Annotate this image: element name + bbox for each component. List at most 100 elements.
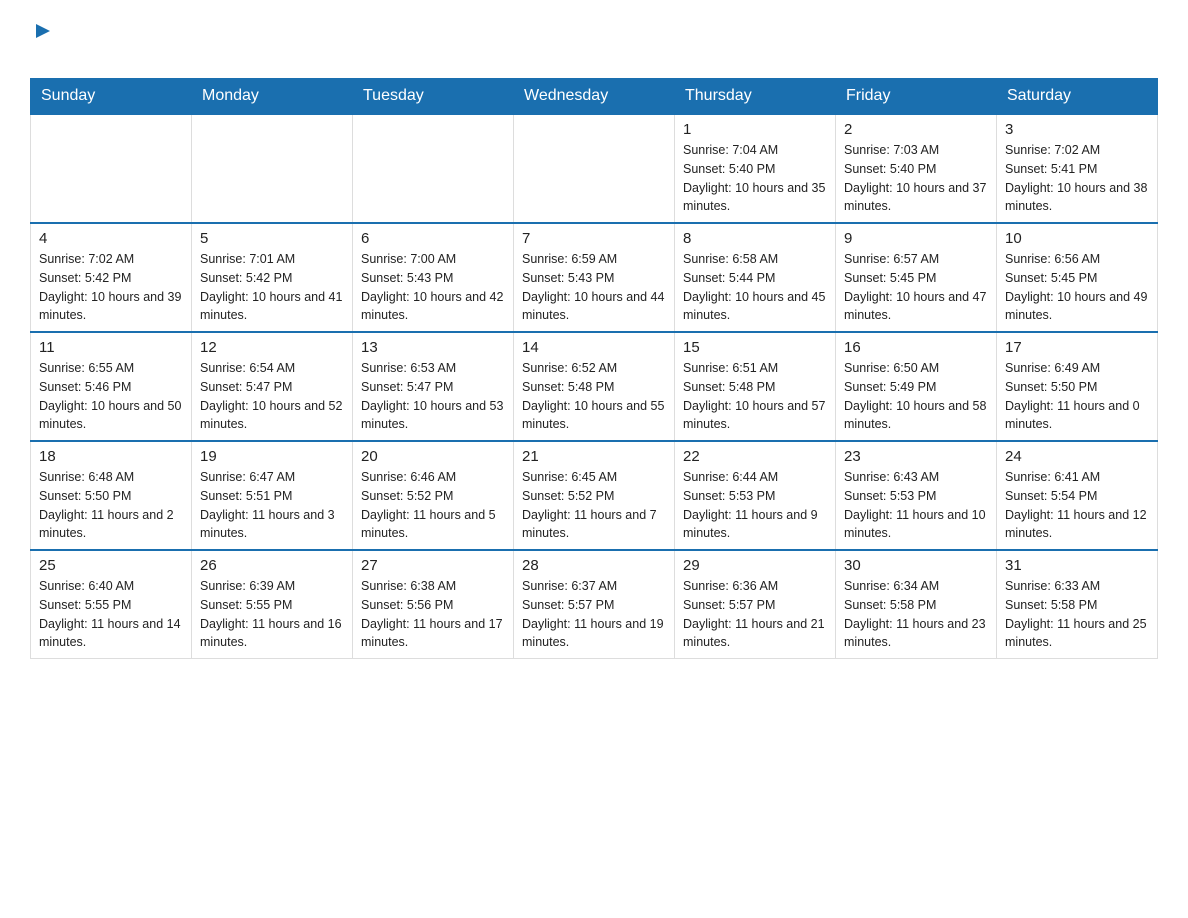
calendar-cell <box>353 114 514 223</box>
calendar-cell: 12 Sunrise: 6:54 AM Sunset: 5:47 PM Dayli… <box>192 332 353 441</box>
calendar-cell: 13 Sunrise: 6:53 AM Sunset: 5:47 PM Dayli… <box>353 332 514 441</box>
calendar-cell <box>31 114 192 223</box>
day-info: Sunrise: 6:51 AM Sunset: 5:48 PM Dayligh… <box>683 359 827 434</box>
day-number: 8 <box>683 230 827 247</box>
day-info: Sunrise: 7:00 AM Sunset: 5:43 PM Dayligh… <box>361 250 505 325</box>
day-info: Sunrise: 6:47 AM Sunset: 5:51 PM Dayligh… <box>200 468 344 543</box>
day-info: Sunrise: 6:54 AM Sunset: 5:47 PM Dayligh… <box>200 359 344 434</box>
day-number: 7 <box>522 230 666 247</box>
calendar-cell: 9Sunrise: 6:57 AM Sunset: 5:45 PM Daylig… <box>836 223 997 332</box>
calendar-cell: 21Sunrise: 6:45 AM Sunset: 5:52 PM Dayli… <box>514 441 675 550</box>
calendar-cell: 31 Sunrise: 6:33 AM Sunset: 5:58 PM Dayli… <box>997 550 1158 659</box>
day-info: Sunrise: 6:52 AM Sunset: 5:48 PM Dayligh… <box>522 359 666 434</box>
calendar-cell: 4Sunrise: 7:02 AM Sunset: 5:42 PM Daylig… <box>31 223 192 332</box>
logo <box>30 20 54 68</box>
day-info: Sunrise: 7:04 AM Sunset: 5:40 PM Dayligh… <box>683 141 827 216</box>
day-number: 23 <box>844 448 988 465</box>
calendar-cell: 10 Sunrise: 6:56 AM Sunset: 5:45 PM Dayli… <box>997 223 1158 332</box>
calendar-cell: 30 Sunrise: 6:34 AM Sunset: 5:58 PM Dayli… <box>836 550 997 659</box>
calendar-cell: 15 Sunrise: 6:51 AM Sunset: 5:48 PM Dayli… <box>675 332 836 441</box>
calendar-week-row: 25 Sunrise: 6:40 AM Sunset: 5:55 PM Dayli… <box>31 550 1158 659</box>
weekday-header-wednesday: Wednesday <box>514 79 675 115</box>
calendar-cell: 24 Sunrise: 6:41 AM Sunset: 5:54 PM Dayli… <box>997 441 1158 550</box>
day-info: Sunrise: 7:01 AM Sunset: 5:42 PM Dayligh… <box>200 250 344 325</box>
calendar-week-row: 1 Sunrise: 7:04 AM Sunset: 5:40 PM Daylig… <box>31 114 1158 223</box>
day-number: 29 <box>683 557 827 574</box>
day-info: Sunrise: 6:39 AM Sunset: 5:55 PM Dayligh… <box>200 577 344 652</box>
calendar-header: SundayMondayTuesdayWednesdayThursdayFrid… <box>31 79 1158 115</box>
weekday-header-tuesday: Tuesday <box>353 79 514 115</box>
weekday-header-monday: Monday <box>192 79 353 115</box>
day-info: Sunrise: 6:34 AM Sunset: 5:58 PM Dayligh… <box>844 577 988 652</box>
day-number: 12 <box>200 339 344 356</box>
day-info: Sunrise: 6:58 AM Sunset: 5:44 PM Dayligh… <box>683 250 827 325</box>
calendar-cell <box>192 114 353 223</box>
day-number: 13 <box>361 339 505 356</box>
calendar-cell: 1 Sunrise: 7:04 AM Sunset: 5:40 PM Daylig… <box>675 114 836 223</box>
day-number: 16 <box>844 339 988 356</box>
calendar-cell: 28 Sunrise: 6:37 AM Sunset: 5:57 PM Dayli… <box>514 550 675 659</box>
day-info: Sunrise: 6:53 AM Sunset: 5:47 PM Dayligh… <box>361 359 505 434</box>
day-info: Sunrise: 6:59 AM Sunset: 5:43 PM Dayligh… <box>522 250 666 325</box>
weekday-header-sunday: Sunday <box>31 79 192 115</box>
weekday-header-saturday: Saturday <box>997 79 1158 115</box>
day-number: 28 <box>522 557 666 574</box>
day-info: Sunrise: 6:38 AM Sunset: 5:56 PM Dayligh… <box>361 577 505 652</box>
day-info: Sunrise: 6:43 AM Sunset: 5:53 PM Dayligh… <box>844 468 988 543</box>
calendar-cell: 22 Sunrise: 6:44 AM Sunset: 5:53 PM Dayli… <box>675 441 836 550</box>
day-info: Sunrise: 6:37 AM Sunset: 5:57 PM Dayligh… <box>522 577 666 652</box>
day-number: 10 <box>1005 230 1149 247</box>
day-number: 20 <box>361 448 505 465</box>
day-info: Sunrise: 7:02 AM Sunset: 5:42 PM Dayligh… <box>39 250 183 325</box>
day-info: Sunrise: 6:45 AM Sunset: 5:52 PM Dayligh… <box>522 468 666 543</box>
calendar-cell: 19 Sunrise: 6:47 AM Sunset: 5:51 PM Dayli… <box>192 441 353 550</box>
day-info: Sunrise: 6:56 AM Sunset: 5:45 PM Dayligh… <box>1005 250 1149 325</box>
calendar-cell: 27 Sunrise: 6:38 AM Sunset: 5:56 PM Dayli… <box>353 550 514 659</box>
calendar-week-row: 11Sunrise: 6:55 AM Sunset: 5:46 PM Dayli… <box>31 332 1158 441</box>
day-info: Sunrise: 6:36 AM Sunset: 5:57 PM Dayligh… <box>683 577 827 652</box>
logo-arrow-icon <box>32 20 54 42</box>
day-info: Sunrise: 6:44 AM Sunset: 5:53 PM Dayligh… <box>683 468 827 543</box>
day-number: 5 <box>200 230 344 247</box>
day-number: 25 <box>39 557 183 574</box>
calendar-table: SundayMondayTuesdayWednesdayThursdayFrid… <box>30 78 1158 659</box>
calendar-cell: 6 Sunrise: 7:00 AM Sunset: 5:43 PM Daylig… <box>353 223 514 332</box>
calendar-cell: 3Sunrise: 7:02 AM Sunset: 5:41 PM Daylig… <box>997 114 1158 223</box>
day-number: 30 <box>844 557 988 574</box>
day-number: 6 <box>361 230 505 247</box>
day-number: 22 <box>683 448 827 465</box>
weekday-header-friday: Friday <box>836 79 997 115</box>
calendar-cell: 16 Sunrise: 6:50 AM Sunset: 5:49 PM Dayli… <box>836 332 997 441</box>
calendar-cell <box>514 114 675 223</box>
day-number: 14 <box>522 339 666 356</box>
day-info: Sunrise: 6:50 AM Sunset: 5:49 PM Dayligh… <box>844 359 988 434</box>
calendar-cell: 20 Sunrise: 6:46 AM Sunset: 5:52 PM Dayli… <box>353 441 514 550</box>
calendar-cell: 14 Sunrise: 6:52 AM Sunset: 5:48 PM Dayli… <box>514 332 675 441</box>
day-number: 26 <box>200 557 344 574</box>
day-info: Sunrise: 6:49 AM Sunset: 5:50 PM Dayligh… <box>1005 359 1149 434</box>
day-info: Sunrise: 6:33 AM Sunset: 5:58 PM Dayligh… <box>1005 577 1149 652</box>
day-number: 2 <box>844 121 988 138</box>
day-number: 19 <box>200 448 344 465</box>
day-info: Sunrise: 6:48 AM Sunset: 5:50 PM Dayligh… <box>39 468 183 543</box>
day-number: 11 <box>39 339 183 356</box>
calendar-cell: 8 Sunrise: 6:58 AM Sunset: 5:44 PM Daylig… <box>675 223 836 332</box>
calendar-cell: 17 Sunrise: 6:49 AM Sunset: 5:50 PM Dayli… <box>997 332 1158 441</box>
day-number: 18 <box>39 448 183 465</box>
day-info: Sunrise: 6:46 AM Sunset: 5:52 PM Dayligh… <box>361 468 505 543</box>
day-number: 27 <box>361 557 505 574</box>
day-number: 17 <box>1005 339 1149 356</box>
day-number: 31 <box>1005 557 1149 574</box>
day-number: 15 <box>683 339 827 356</box>
calendar-cell: 2 Sunrise: 7:03 AM Sunset: 5:40 PM Daylig… <box>836 114 997 223</box>
day-number: 24 <box>1005 448 1149 465</box>
day-info: Sunrise: 6:40 AM Sunset: 5:55 PM Dayligh… <box>39 577 183 652</box>
day-number: 1 <box>683 121 827 138</box>
day-info: Sunrise: 6:41 AM Sunset: 5:54 PM Dayligh… <box>1005 468 1149 543</box>
day-info: Sunrise: 7:03 AM Sunset: 5:40 PM Dayligh… <box>844 141 988 216</box>
calendar-week-row: 18 Sunrise: 6:48 AM Sunset: 5:50 PM Dayli… <box>31 441 1158 550</box>
day-number: 9 <box>844 230 988 247</box>
calendar-week-row: 4Sunrise: 7:02 AM Sunset: 5:42 PM Daylig… <box>31 223 1158 332</box>
calendar-cell: 25 Sunrise: 6:40 AM Sunset: 5:55 PM Dayli… <box>31 550 192 659</box>
page-header <box>30 20 1158 68</box>
